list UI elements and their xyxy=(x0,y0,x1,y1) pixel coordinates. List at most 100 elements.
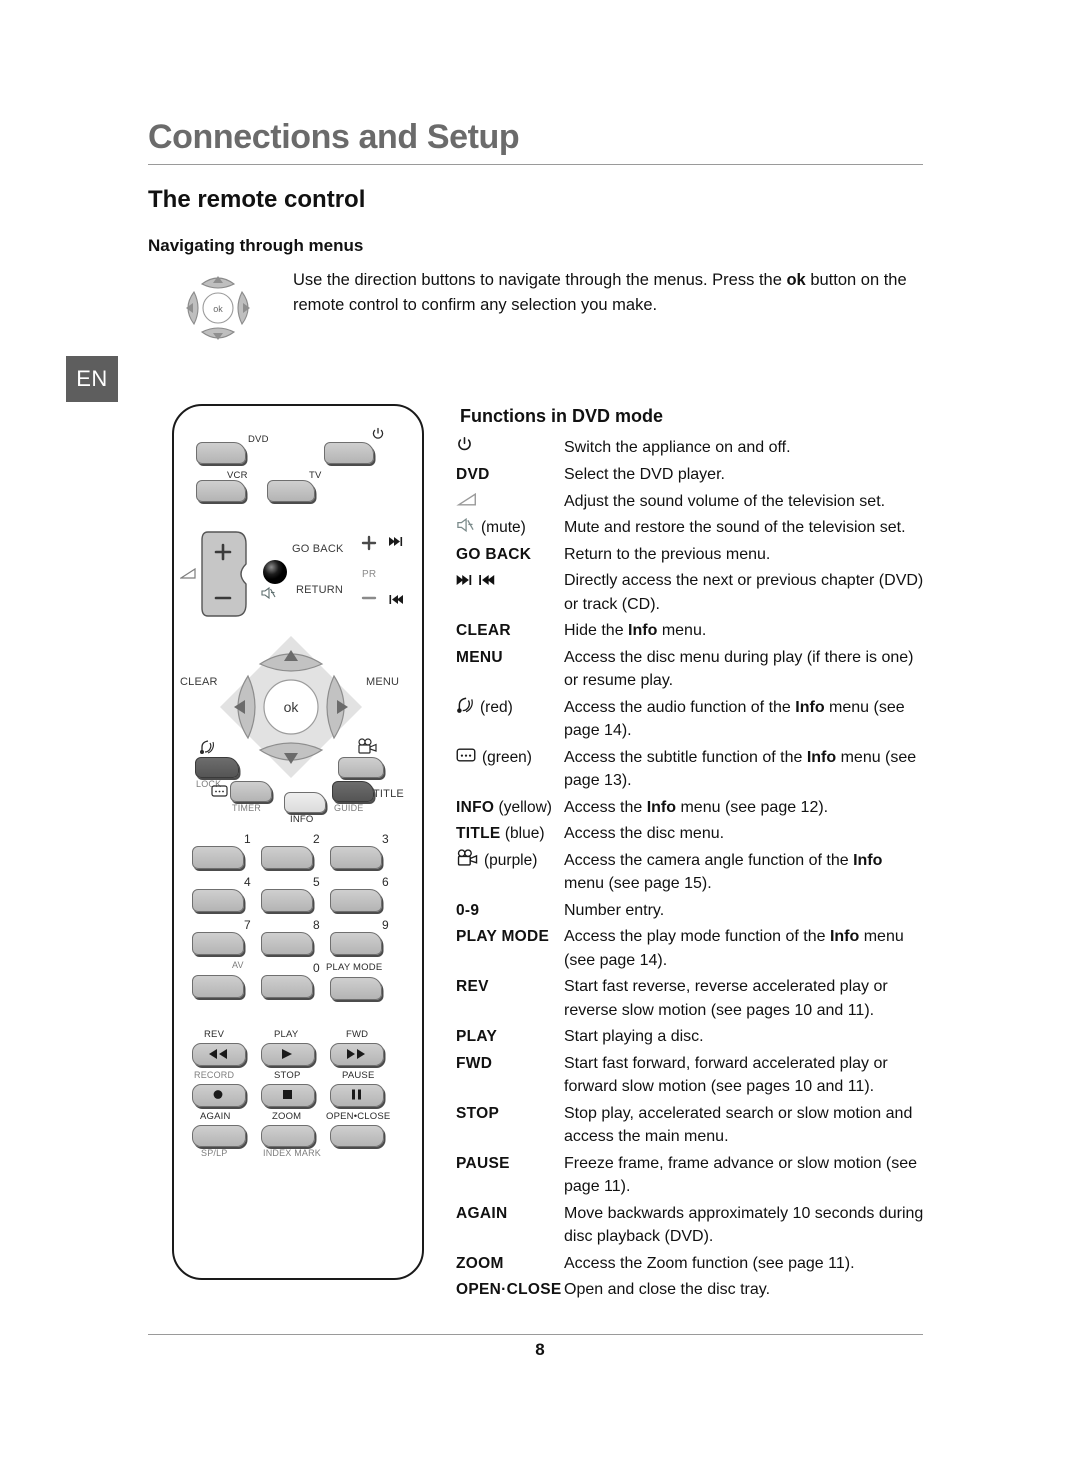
remote-label-5: 5 xyxy=(313,875,320,889)
skip-icons xyxy=(456,569,496,592)
function-row: REV Start fast reverse, reverse accelerat… xyxy=(456,975,926,1022)
function-description: Access the disc menu. xyxy=(564,825,725,842)
audio-icon xyxy=(198,738,216,756)
function-key xyxy=(456,490,564,513)
remote-label-1: 1 xyxy=(244,832,251,846)
function-description: Access the disc menu during play (if the… xyxy=(564,648,914,690)
power-icon xyxy=(370,426,386,442)
remote-key-2 xyxy=(261,846,313,869)
remote-key-timer xyxy=(230,781,272,802)
intro-paragraph: Use the direction buttons to navigate th… xyxy=(293,268,933,318)
function-description: Number entry. xyxy=(564,901,665,919)
function-row: CLEAR Hide the Info menu. xyxy=(456,619,926,643)
function-key-label: (green) xyxy=(482,748,532,766)
function-row: OPEN·CLOSE Open and close the disc tray. xyxy=(456,1278,926,1302)
function-key-label: ZOOM xyxy=(456,1254,504,1272)
function-key-label: FWD xyxy=(456,1054,493,1072)
function-key-label: PLAY MODE xyxy=(456,928,550,945)
navigation-pad-illustration: ok xyxy=(172,262,264,354)
remote-key-6 xyxy=(330,889,382,912)
audio-icon xyxy=(456,696,474,721)
function-key: (green) xyxy=(456,746,564,769)
subtitle-icon xyxy=(210,784,228,798)
remote-label-av: AV xyxy=(232,960,244,970)
remote-label-pr: PR xyxy=(362,569,377,580)
function-key: (red) xyxy=(456,696,564,721)
power-icon xyxy=(456,436,473,460)
camera-icon xyxy=(456,848,478,874)
function-description: Switch the appliance on and off. xyxy=(564,439,791,456)
volume-icon xyxy=(456,490,478,513)
remote-label-9: 9 xyxy=(382,918,389,932)
remote-pr-plus-icon xyxy=(360,534,378,552)
function-row: DVD Select the DVD player. xyxy=(456,463,926,487)
function-description: Access the camera angle function of the … xyxy=(564,851,883,893)
function-row: FWD Start fast forward, forward accelerat… xyxy=(456,1052,926,1099)
remote-key-info xyxy=(284,792,326,813)
remote-label-play-mode: PLAY MODE xyxy=(326,962,383,973)
function-key-label: PAUSE xyxy=(456,1154,510,1172)
remote-key-8 xyxy=(261,932,313,955)
remote-key-vcr xyxy=(196,480,246,502)
volume-icon xyxy=(179,566,197,580)
remote-pr-minus-icon xyxy=(360,592,378,604)
remote-key-power xyxy=(324,442,374,464)
function-key-color: (blue) xyxy=(500,825,545,842)
function-key-label: MENU xyxy=(456,648,503,666)
rewind-icon xyxy=(204,1048,232,1059)
title-divider xyxy=(148,164,923,165)
function-key: TITLE (blue) xyxy=(456,822,564,845)
record-icon xyxy=(210,1089,226,1100)
function-description: Start fast reverse, reverse accelerated … xyxy=(564,978,888,1019)
remote-label-4: 4 xyxy=(244,875,251,889)
remote-label-index-mark: INDEX MARK xyxy=(263,1148,322,1158)
function-description: Freeze frame, frame advance or slow moti… xyxy=(564,1154,918,1196)
remote-key-1 xyxy=(192,846,244,869)
remote-key-zoom xyxy=(261,1125,315,1147)
function-description: Select the DVD player. xyxy=(564,466,725,483)
subtitle-icon xyxy=(456,746,476,769)
mute-icon xyxy=(456,516,475,539)
function-key-label: (purple) xyxy=(484,852,538,870)
function-description: Stop play, accelerated search or slow mo… xyxy=(564,1104,913,1146)
remote-label-again: AGAIN xyxy=(200,1111,231,1122)
remote-label-2: 2 xyxy=(313,832,320,846)
remote-key-tv xyxy=(267,480,315,502)
function-key-label: INFO xyxy=(456,798,495,816)
function-key-label: TITLE xyxy=(456,825,501,842)
remote-key-angle xyxy=(338,757,384,778)
function-description: Directly access the next or previous cha… xyxy=(564,572,924,613)
function-key: INFO (yellow) xyxy=(456,796,564,819)
function-key-label: 0-9 xyxy=(456,901,480,919)
remote-label-clear: CLEAR xyxy=(180,676,218,688)
remote-label-rev: REV xyxy=(204,1029,225,1040)
remote-label-title: TITLE xyxy=(373,788,404,800)
pause-icon xyxy=(348,1089,364,1100)
remote-key-dvd xyxy=(196,442,246,464)
function-row: AGAIN Move backwards approximately 10 sec… xyxy=(456,1202,926,1249)
function-key-label: CLEAR xyxy=(456,622,511,639)
remote-volume-rocker xyxy=(200,524,256,629)
function-row: PAUSE Freeze frame, frame advance or slow… xyxy=(456,1152,926,1199)
function-row: ZOOM Access the Zoom function (see page 1… xyxy=(456,1252,926,1276)
page-number: 8 xyxy=(535,1340,545,1359)
svg-text:ok: ok xyxy=(284,699,300,715)
remote-key-av xyxy=(192,975,244,998)
remote-key-7 xyxy=(192,932,244,955)
remote-key-play-mode xyxy=(330,977,382,1000)
function-row: (purple) Access the camera angle function… xyxy=(456,848,926,896)
remote-label-zoom: ZOOM xyxy=(272,1111,302,1122)
function-row: STOP Stop play, accelerated search or slo… xyxy=(456,1102,926,1149)
function-row: (red) Access the audio function of the In… xyxy=(456,696,926,743)
function-row: Switch the appliance on and off. xyxy=(456,436,926,460)
remote-label-guide: GUIDE xyxy=(334,803,364,813)
remote-label-tv: TV xyxy=(309,470,322,481)
intro-bold-ok: ok xyxy=(786,271,806,289)
remote-label-sp-lp: SP/LP xyxy=(201,1148,228,1158)
function-description: Access the Zoom function (see page 11). xyxy=(564,1254,855,1272)
function-row: GO BACK Return to the previous menu. xyxy=(456,543,926,567)
play-icon xyxy=(277,1048,297,1059)
remote-label-8: 8 xyxy=(313,918,320,932)
function-description: Hide the Info menu. xyxy=(564,622,707,639)
function-description: Access the audio function of the Info me… xyxy=(564,698,905,740)
